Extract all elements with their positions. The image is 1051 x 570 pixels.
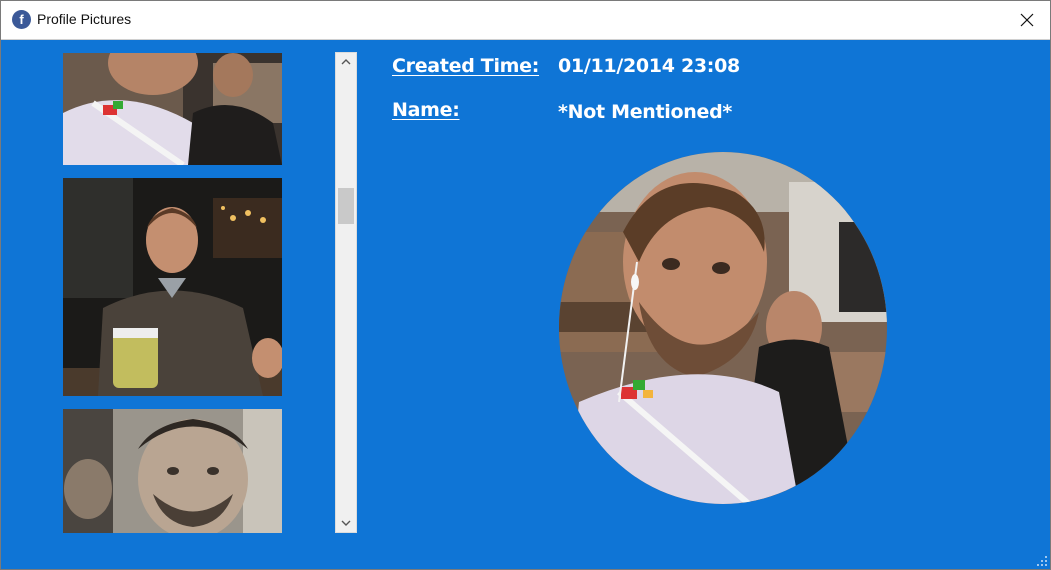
- resize-grip-icon[interactable]: [1036, 555, 1048, 567]
- profile-picture-large: [559, 152, 887, 504]
- facebook-icon: f: [12, 10, 31, 29]
- profile-pictures-window: f Profile Pictures Created Time: 01/11/2…: [0, 0, 1051, 570]
- created-time-value: 01/11/2014 23:08: [558, 55, 740, 77]
- profile-thumbnail: [63, 409, 282, 533]
- scroll-down-button[interactable]: [336, 514, 356, 532]
- name-label: Name:: [392, 99, 460, 121]
- scroll-up-button[interactable]: [336, 53, 356, 71]
- thumbnail-list[interactable]: [63, 53, 282, 533]
- created-time-label: Created Time:: [392, 55, 540, 77]
- profile-thumbnail: [63, 178, 282, 396]
- thumbnail-item[interactable]: [63, 178, 282, 396]
- profile-photo: [559, 152, 887, 504]
- profile-thumbnail: [63, 53, 282, 165]
- thumbnail-item[interactable]: [63, 409, 282, 533]
- title-bar[interactable]: f Profile Pictures: [1, 1, 1050, 40]
- thumbnail-scrollbar[interactable]: [335, 52, 357, 533]
- thumbnail-item[interactable]: [63, 53, 282, 165]
- chevron-down-icon: [341, 520, 351, 526]
- close-button[interactable]: [1004, 1, 1050, 39]
- name-value: *Not Mentioned*: [558, 101, 733, 123]
- close-icon: [1020, 13, 1034, 27]
- scrollbar-thumb[interactable]: [338, 188, 354, 224]
- window-title: Profile Pictures: [37, 11, 132, 27]
- chevron-up-icon: [341, 59, 351, 65]
